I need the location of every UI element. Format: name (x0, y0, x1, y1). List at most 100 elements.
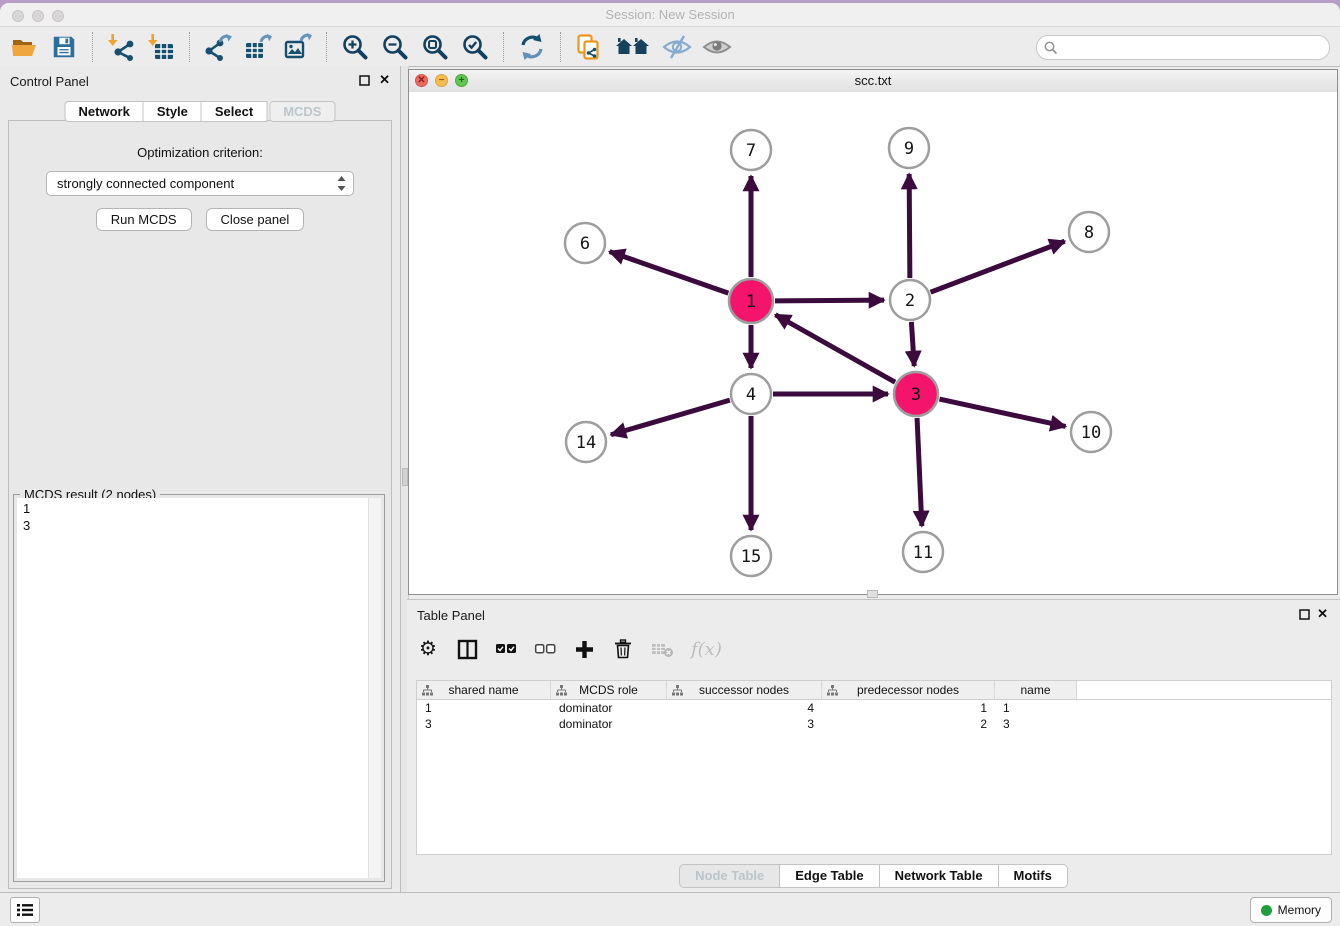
table-settings-button[interactable]: ⚙ (417, 636, 439, 662)
node-3[interactable]: 3 (894, 372, 938, 416)
column-header-mcds-role[interactable]: MCDS role (551, 681, 667, 700)
edge-3-11[interactable] (917, 418, 922, 526)
cell-name[interactable]: 1 (995, 700, 1077, 716)
copy-document-icon (575, 33, 603, 61)
add-row-button[interactable] (573, 636, 595, 662)
tab-network-table[interactable]: Network Table (880, 864, 999, 888)
close-table-panel-icon[interactable]: ✕ (1317, 606, 1328, 622)
save-session-button[interactable] (46, 30, 82, 64)
column-header-successor-nodes[interactable]: successor nodes (667, 681, 822, 700)
tab-network[interactable]: Network (65, 101, 144, 122)
edge-1-6[interactable] (610, 252, 729, 294)
tab-style[interactable]: Style (144, 101, 202, 122)
criterion-dropdown[interactable]: strongly connected component (46, 171, 354, 196)
tab-mcds[interactable]: MCDS (269, 101, 335, 122)
zoom-selected-button[interactable] (457, 30, 493, 64)
import-network-button[interactable] (103, 30, 139, 64)
search-field[interactable] (1036, 35, 1330, 60)
split-panel-button[interactable] (456, 636, 478, 662)
network-canvas[interactable]: 1 2 3 4 6 7 8 9 10 11 14 15 (409, 92, 1337, 594)
node-7[interactable]: 7 (731, 130, 771, 170)
mcds-result-text: 1 3 (23, 500, 365, 876)
network-resize-handle[interactable] (867, 590, 878, 598)
toolbar-separator (189, 32, 190, 62)
column-header-predecessor-nodes[interactable]: predecessor nodes (822, 681, 995, 700)
export-table-button[interactable] (240, 30, 276, 64)
memory-button[interactable]: Memory (1250, 897, 1332, 923)
edge-3-1[interactable] (775, 315, 895, 382)
column-type-icon (556, 685, 567, 696)
node-table[interactable]: shared nameMCDS rolesuccessor nodesprede… (416, 680, 1332, 855)
open-session-button[interactable] (6, 30, 42, 64)
node-label: 3 (911, 385, 921, 405)
edge-4-14[interactable] (611, 400, 730, 435)
tab-motifs[interactable]: Motifs (999, 864, 1068, 888)
delete-row-button[interactable] (612, 636, 634, 662)
float-table-panel-icon[interactable] (1299, 609, 1310, 620)
table-row[interactable]: 1dominator411 (417, 700, 1331, 716)
mcds-result-area[interactable]: 1 3 (17, 498, 381, 878)
node-14[interactable]: 14 (566, 422, 606, 462)
zoom-fit-button[interactable] (417, 30, 453, 64)
select-all-button[interactable] (495, 636, 517, 662)
edge-2-8[interactable] (931, 241, 1065, 292)
task-history-button[interactable] (10, 897, 40, 923)
tab-node-table[interactable]: Node Table (679, 864, 780, 888)
zoom-out-button[interactable] (377, 30, 413, 64)
result-scrollbar[interactable] (368, 498, 381, 878)
node-11[interactable]: 11 (903, 532, 943, 572)
float-panel-icon[interactable] (359, 75, 370, 86)
edge-3-10[interactable] (939, 399, 1065, 426)
column-header-shared-name[interactable]: shared name (417, 681, 551, 700)
cell-shared-name[interactable]: 1 (417, 700, 551, 716)
node-6[interactable]: 6 (565, 223, 605, 263)
deselect-all-button[interactable] (534, 636, 556, 662)
node-10[interactable]: 10 (1071, 412, 1111, 452)
node-1[interactable]: 1 (729, 279, 773, 323)
refresh-view-button[interactable] (514, 30, 550, 64)
edge-2-9[interactable] (909, 174, 910, 278)
function-builder-button[interactable]: f(x) (691, 636, 722, 662)
close-panel-icon[interactable]: ✕ (379, 72, 390, 88)
table-panel-tabs: Node TableEdge TableNetwork TableMotifs (407, 864, 1340, 888)
cell-mcds-role[interactable]: dominator (551, 700, 667, 716)
network-window-titlebar[interactable]: ✕ − + scc.txt (409, 70, 1337, 93)
run-mcds-button[interactable]: Run MCDS (96, 208, 192, 231)
tab-select[interactable]: Select (202, 101, 267, 122)
node-label: 14 (576, 433, 596, 453)
node-4[interactable]: 4 (731, 374, 771, 414)
delete-table-button[interactable] (651, 636, 674, 662)
column-header-name[interactable]: name (995, 681, 1077, 700)
node-15[interactable]: 15 (731, 536, 771, 576)
hide-graphics-details-button[interactable] (659, 30, 695, 64)
node-label: 7 (746, 141, 756, 161)
cell-successor-nodes[interactable]: 3 (667, 716, 822, 732)
edge-1-2[interactable] (775, 300, 884, 301)
node-2[interactable]: 2 (890, 280, 930, 320)
import-table-button[interactable] (143, 30, 179, 64)
status-bar: Memory (0, 892, 1340, 926)
edge-2-3[interactable] (911, 322, 914, 366)
copy-view-button[interactable] (571, 30, 607, 64)
tab-edge-table[interactable]: Edge Table (780, 864, 879, 888)
export-network-button[interactable] (200, 30, 236, 64)
cell-name[interactable]: 3 (995, 716, 1077, 732)
export-image-button[interactable] (280, 30, 316, 64)
node-9[interactable]: 9 (889, 128, 929, 168)
home-layout-button[interactable] (611, 30, 655, 64)
show-graphics-details-button[interactable] (699, 30, 735, 64)
cell-mcds-role[interactable]: dominator (551, 716, 667, 732)
table-row[interactable]: 3dominator323 (417, 716, 1331, 732)
network-graph[interactable]: 1 2 3 4 6 7 8 9 10 11 14 15 (409, 92, 1337, 594)
node-8[interactable]: 8 (1069, 212, 1109, 252)
task-list-icon (16, 902, 34, 918)
close-panel-button[interactable]: Close panel (206, 208, 305, 231)
cell-shared-name[interactable]: 3 (417, 716, 551, 732)
cell-predecessor-nodes[interactable]: 1 (822, 700, 995, 716)
zoom-in-button[interactable] (337, 30, 373, 64)
cell-predecessor-nodes[interactable]: 2 (822, 716, 995, 732)
search-input[interactable] (1062, 38, 1321, 58)
toolbar-separator (560, 32, 561, 62)
cell-successor-nodes[interactable]: 4 (667, 700, 822, 716)
dropdown-stepper-icon (336, 175, 347, 192)
